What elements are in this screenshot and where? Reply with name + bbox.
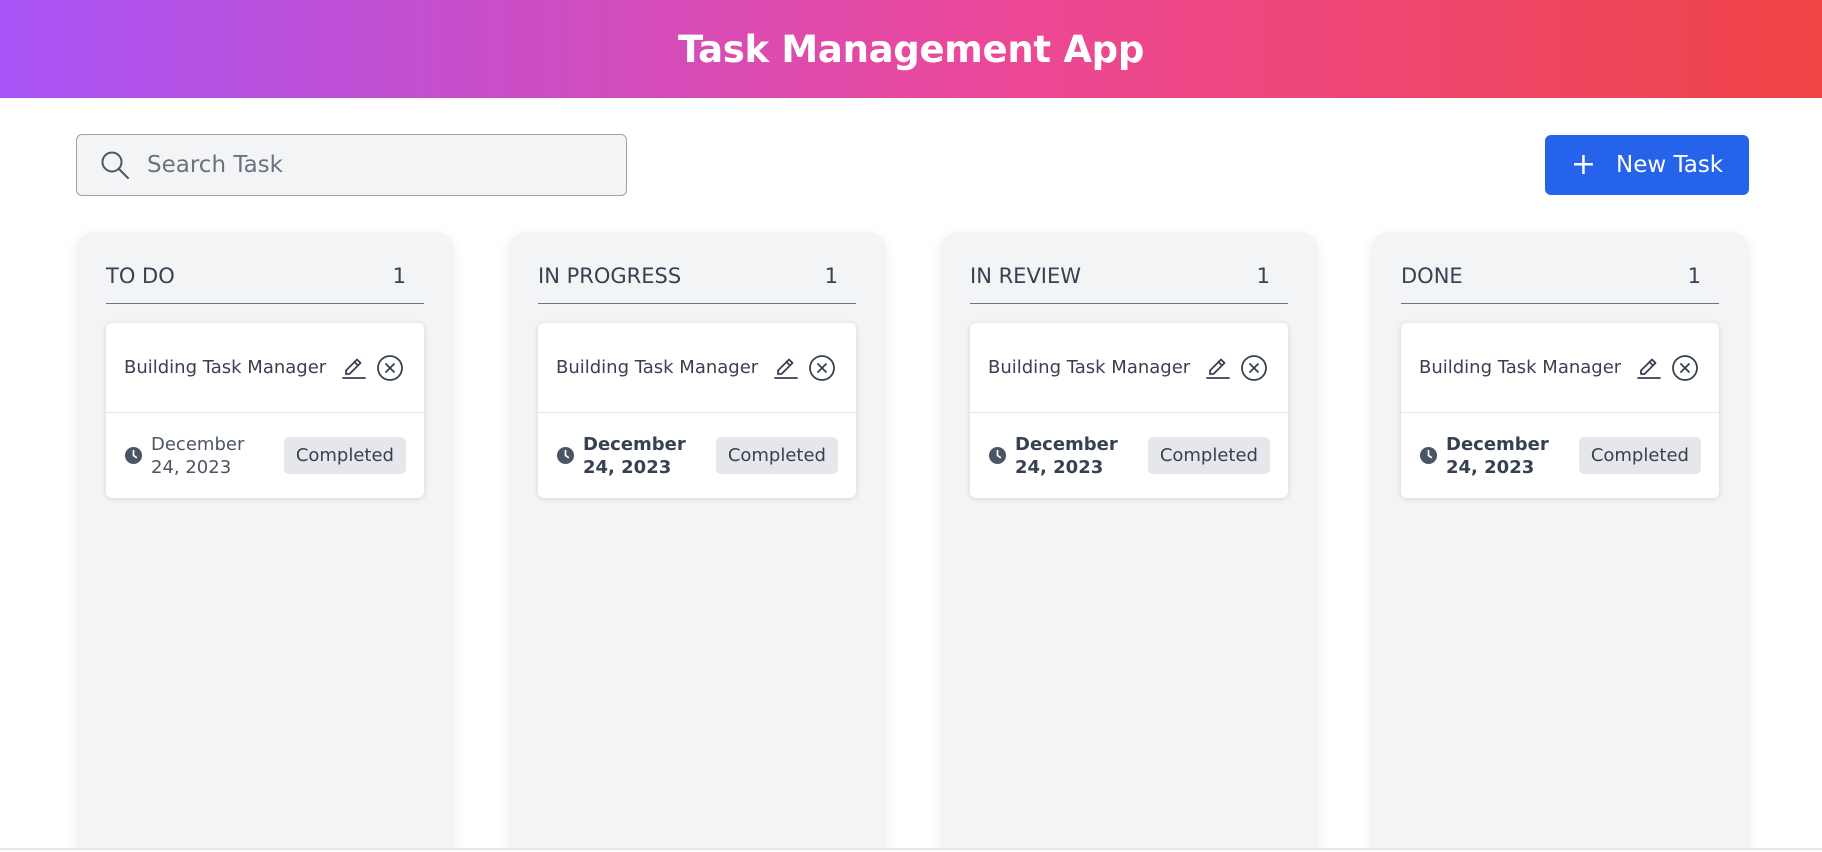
task-card-footer: December 24, 2023 Completed: [538, 413, 856, 498]
edit-button[interactable]: [772, 354, 800, 382]
status-badge: Completed: [283, 437, 406, 474]
close-circle-icon: [1672, 354, 1698, 381]
task-card-footer: December 24, 2023 Completed: [106, 413, 424, 498]
new-task-button[interactable]: + New Task: [1545, 135, 1749, 195]
task-actions: [1204, 354, 1268, 382]
app-header: Task Management App: [0, 0, 1822, 98]
column-header: IN PROGRESS 1: [538, 264, 856, 304]
task-date-text: December 24, 2023: [151, 433, 245, 478]
column-title: IN PROGRESS: [538, 264, 682, 288]
task-title: Building Task Manager: [1419, 357, 1622, 378]
clock-icon: [124, 446, 143, 465]
page-title: Task Management App: [677, 27, 1145, 71]
pencil-icon: [774, 358, 798, 379]
task-actions: [772, 354, 836, 382]
task-card-footer: December 24, 2023 Completed: [1401, 413, 1719, 498]
column-header: DONE 1: [1401, 264, 1719, 304]
plus-icon: +: [1570, 147, 1596, 182]
column-count: 1: [824, 264, 838, 288]
column-count: 1: [392, 264, 406, 288]
column-in-progress: IN PROGRESS 1 Building Task Manager Dece…: [508, 232, 886, 848]
pencil-icon: [1637, 358, 1661, 379]
task-card-header: Building Task Manager: [970, 323, 1288, 413]
column-title: TO DO: [106, 264, 175, 288]
column-count: 1: [1256, 264, 1270, 288]
column-header: TO DO 1: [106, 264, 424, 304]
task-card[interactable]: Building Task Manager December 24, 2023 …: [970, 323, 1288, 498]
column-title: IN REVIEW: [970, 264, 1082, 288]
column-in-review: IN REVIEW 1 Building Task Manager Decemb…: [940, 232, 1318, 848]
status-badge: Completed: [1578, 437, 1701, 474]
delete-button[interactable]: [1240, 354, 1268, 382]
edit-button[interactable]: [1635, 354, 1663, 382]
edit-button[interactable]: [340, 354, 368, 382]
new-task-label: New Task: [1616, 152, 1724, 178]
task-date-text: December 24, 2023: [1446, 433, 1549, 478]
status-badge: Completed: [715, 437, 838, 474]
kanban-board: TO DO 1 Building Task Manager December 2…: [0, 232, 1822, 848]
task-date: December 24, 2023: [556, 433, 703, 479]
task-date-text: December 24, 2023: [1015, 433, 1118, 478]
close-circle-icon: [1241, 354, 1267, 381]
task-title: Building Task Manager: [988, 357, 1191, 378]
task-title: Building Task Manager: [556, 357, 759, 378]
delete-button[interactable]: [1671, 354, 1699, 382]
task-card-footer: December 24, 2023 Completed: [970, 413, 1288, 498]
pencil-icon: [342, 358, 366, 379]
task-card-header: Building Task Manager: [1401, 323, 1719, 413]
task-date: December 24, 2023: [988, 433, 1135, 479]
task-title: Building Task Manager: [124, 357, 327, 378]
clock-icon: [1419, 446, 1438, 465]
pencil-icon: [1206, 358, 1230, 379]
task-card[interactable]: Building Task Manager December 24, 2023 …: [538, 323, 856, 498]
task-card-header: Building Task Manager: [106, 323, 424, 413]
search-icon: [101, 151, 129, 179]
task-actions: [1635, 354, 1699, 382]
search-box[interactable]: [76, 134, 627, 196]
close-circle-icon: [377, 354, 403, 381]
column-title: DONE: [1401, 264, 1463, 288]
task-date: December 24, 2023: [124, 433, 271, 479]
task-card[interactable]: Building Task Manager December 24, 2023 …: [106, 323, 424, 498]
clock-icon: [556, 446, 575, 465]
column-count: 1: [1687, 264, 1701, 288]
status-badge: Completed: [1147, 437, 1270, 474]
clock-icon: [988, 446, 1007, 465]
column-done: DONE 1 Building Task Manager December 24…: [1371, 232, 1749, 848]
app-window: Task Management App + New Task TO DO 1 B…: [0, 0, 1822, 850]
search-input[interactable]: [147, 152, 607, 178]
task-card-header: Building Task Manager: [538, 323, 856, 413]
column-header: IN REVIEW 1: [970, 264, 1288, 304]
close-circle-icon: [809, 354, 835, 381]
delete-button[interactable]: [808, 354, 836, 382]
task-actions: [340, 354, 404, 382]
task-card[interactable]: Building Task Manager December 24, 2023 …: [1401, 323, 1719, 498]
delete-button[interactable]: [376, 354, 404, 382]
edit-button[interactable]: [1204, 354, 1232, 382]
task-date: December 24, 2023: [1419, 433, 1566, 479]
column-todo: TO DO 1 Building Task Manager December 2…: [76, 232, 454, 848]
task-date-text: December 24, 2023: [583, 433, 686, 478]
